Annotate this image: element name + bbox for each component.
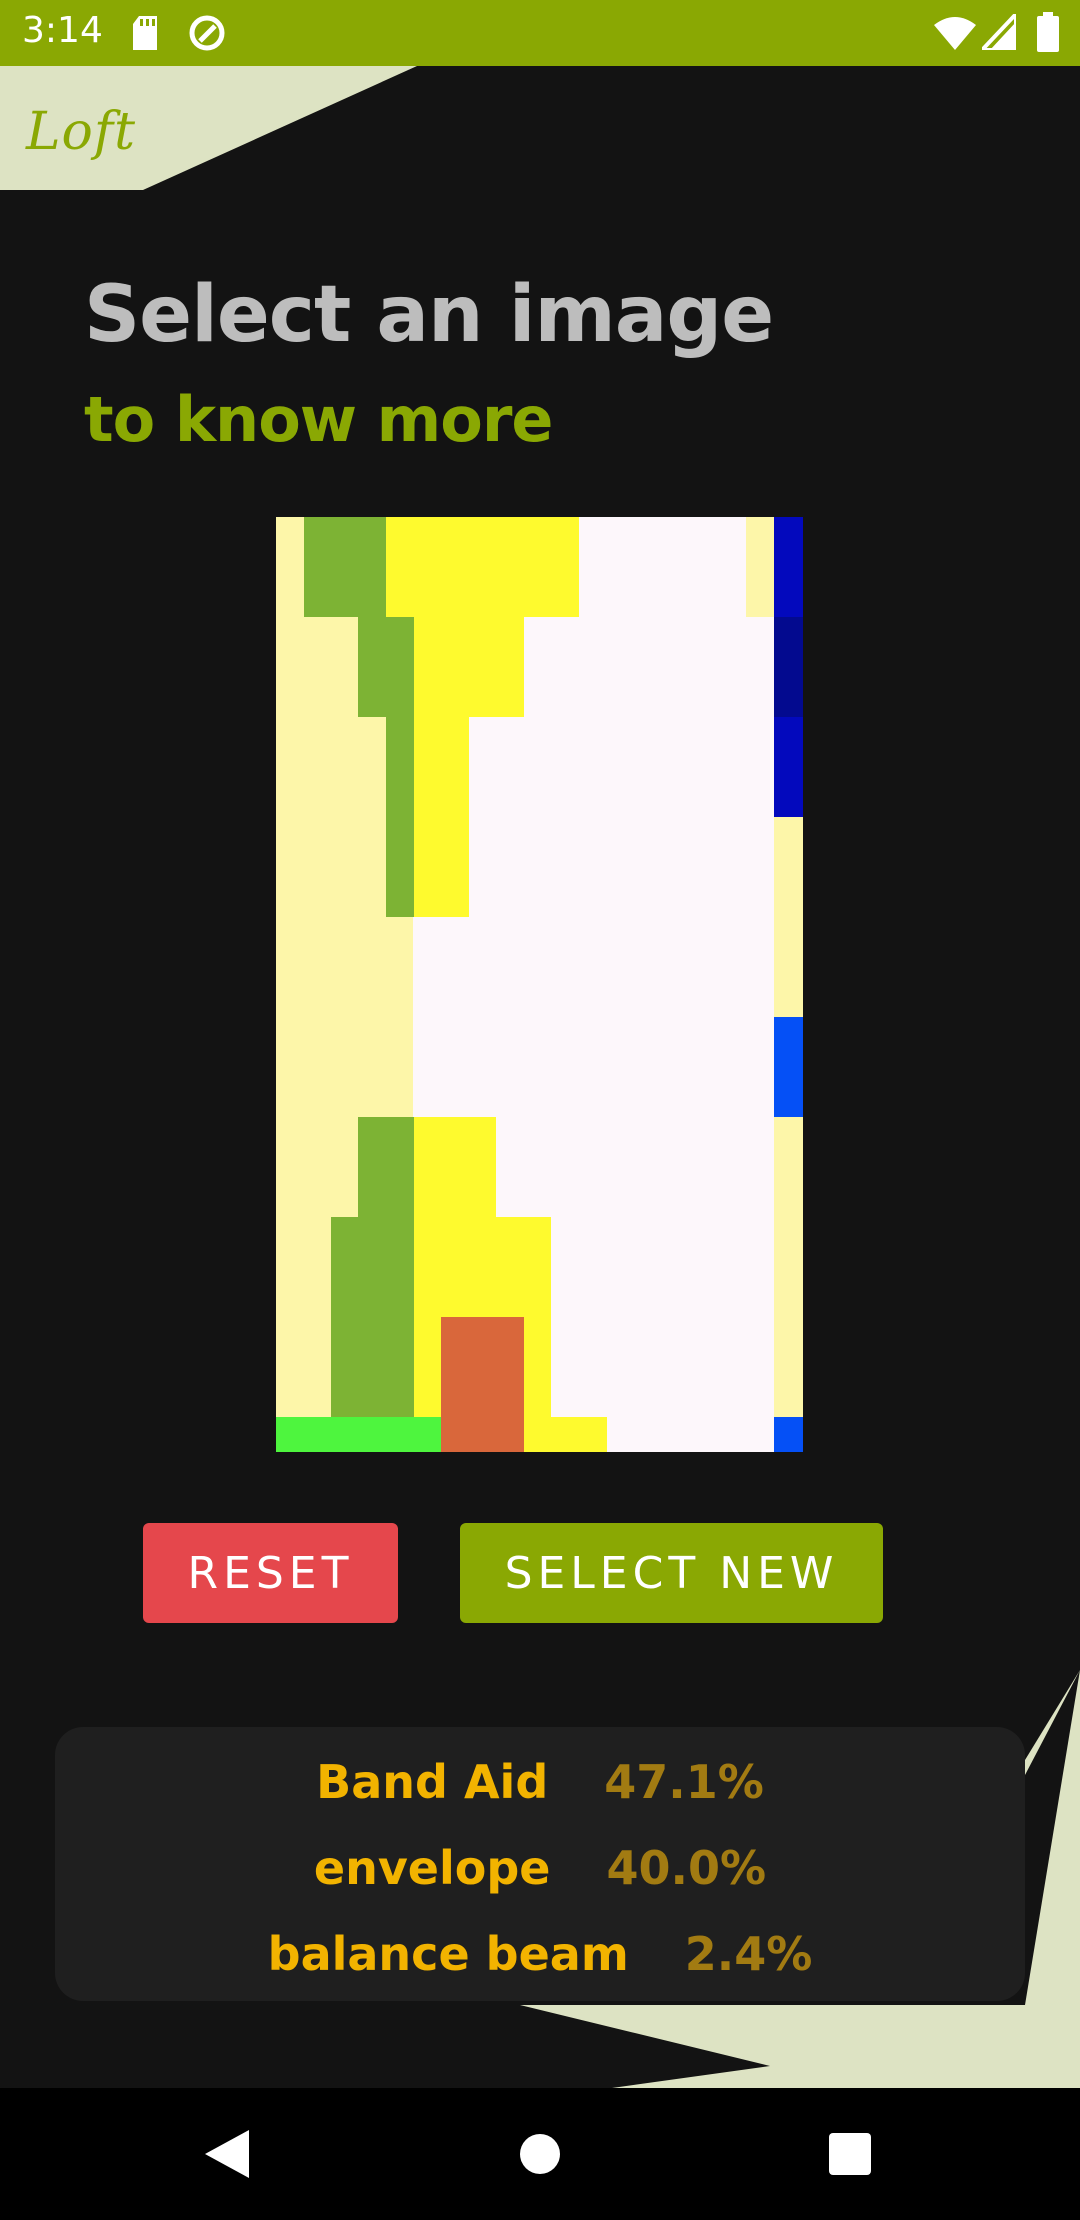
recents-button[interactable]	[790, 2088, 910, 2220]
back-icon	[205, 2130, 249, 2178]
result-score: 40.0%	[606, 1841, 767, 1895]
result-score: 47.1%	[604, 1755, 764, 1809]
preview-image	[276, 517, 803, 1452]
status-bar: 3:14	[0, 0, 1080, 66]
navigation-bar	[0, 2088, 1080, 2220]
page-subtitle: to know more	[84, 383, 553, 456]
wifi-icon	[934, 16, 976, 55]
home-icon	[520, 2134, 560, 2174]
app-logo: Loft	[26, 102, 136, 162]
page-title: Select an image	[84, 270, 774, 360]
result-row: balance beam 2.4%	[55, 1927, 1025, 1981]
sd-card-icon	[131, 16, 159, 55]
reset-button[interactable]: RESET	[143, 1523, 398, 1623]
result-row: envelope 40.0%	[55, 1841, 1025, 1895]
result-row: Band Aid 47.1%	[55, 1755, 1025, 1809]
recents-icon	[829, 2133, 871, 2175]
result-label: Band Aid	[316, 1755, 549, 1809]
signal-icon	[977, 8, 1018, 55]
results-panel: Band Aid 47.1% envelope 40.0% balance be…	[55, 1727, 1025, 2001]
select-new-button[interactable]: SELECT NEW	[460, 1523, 883, 1623]
result-score: 2.4%	[684, 1927, 813, 1981]
selected-image-preview[interactable]	[276, 517, 803, 1452]
back-button[interactable]	[167, 2088, 287, 2220]
data-saver-icon	[188, 14, 226, 57]
result-label: balance beam	[267, 1927, 629, 1981]
result-label: envelope	[313, 1841, 551, 1895]
battery-icon	[1037, 12, 1059, 57]
status-time: 3:14	[22, 10, 103, 51]
home-button[interactable]	[480, 2088, 600, 2220]
